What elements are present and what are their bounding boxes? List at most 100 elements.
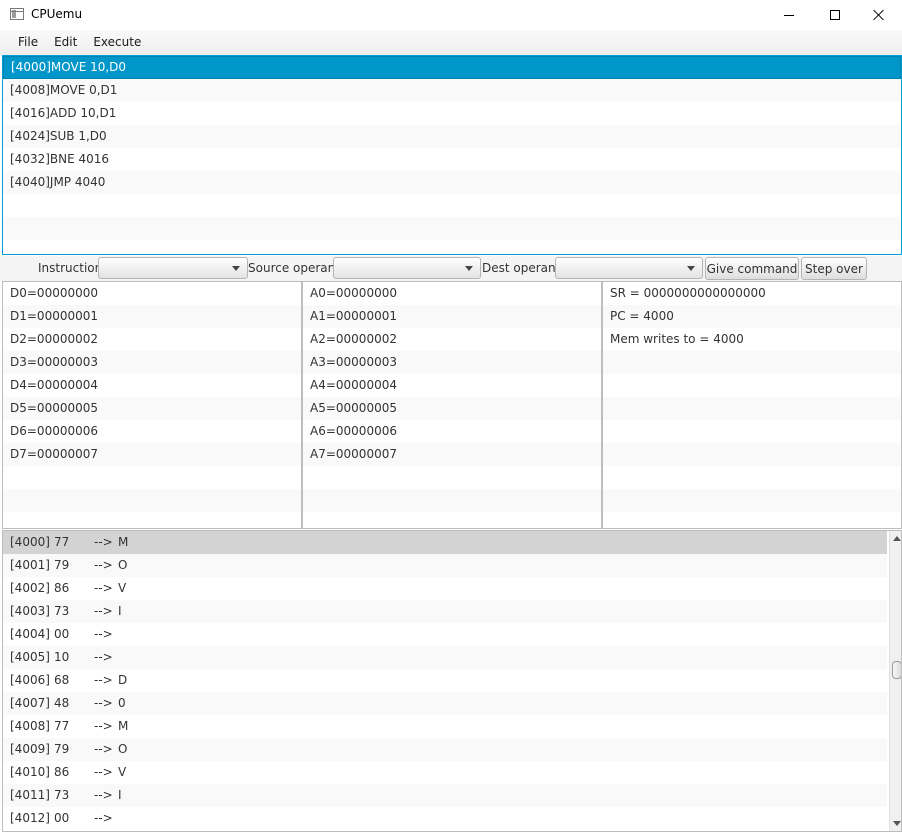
address-register-row[interactable]: A3=00000003 [303, 351, 601, 374]
memory-row[interactable]: [4007] 48 --> 0 [3, 692, 887, 715]
data-register-row[interactable]: D0=00000000 [3, 282, 301, 305]
data-register-row[interactable]: D4=00000004 [3, 374, 301, 397]
empty-row[interactable] [3, 217, 901, 240]
instruction-row[interactable]: [4008]MOVE 0,D1 [3, 79, 901, 102]
data-register-row[interactable]: D3=00000003 [3, 351, 301, 374]
status-row[interactable]: Mem writes to = 4000 [603, 328, 901, 351]
memory-row[interactable]: [4010] 86 --> V [3, 761, 887, 784]
instruction-row[interactable]: [4032]BNE 4016 [3, 148, 901, 171]
command-toolbar: Instruction: Source operand Dest operand… [0, 256, 902, 281]
program-list[interactable]: [4000]MOVE 10,D0 [4008]MOVE 0,D1 [4016]ADD… [2, 55, 902, 255]
scroll-down-icon[interactable] [893, 821, 901, 826]
data-register-row[interactable]: D2=00000002 [3, 328, 301, 351]
status-row[interactable]: PC = 4000 [603, 305, 901, 328]
memory-value: 73 [54, 604, 70, 618]
address-register-row[interactable]: A7=00000007 [303, 443, 601, 466]
memory-scrollbar[interactable] [889, 531, 901, 831]
empty-row[interactable] [303, 466, 601, 489]
instruction-row[interactable]: [4040]JMP 4040 [3, 171, 901, 194]
address-register-row[interactable]: A0=00000000 [303, 282, 601, 305]
memory-char: O [118, 742, 128, 756]
instruction-row[interactable]: [4024]SUB 1,D0 [3, 125, 901, 148]
address-register-row[interactable]: A6=00000006 [303, 420, 601, 443]
empty-row[interactable] [603, 374, 901, 397]
memory-char: V [118, 765, 127, 779]
memory-row[interactable]: [4005] 10 --> [3, 646, 887, 669]
close-button[interactable] [856, 0, 902, 30]
memory-row[interactable]: [4001] 79 --> O [3, 554, 887, 577]
memory-row[interactable]: [4004] 00 --> [3, 623, 887, 646]
empty-row[interactable] [603, 397, 901, 420]
memory-address: [4003] [10, 604, 50, 618]
memory-address: [4009] [10, 742, 50, 756]
memory-row[interactable]: [4012] 00 --> [3, 807, 887, 830]
memory-list[interactable]: [4000] 77 --> M [4001] 79 --> O [4002] 86 --> V [400… [2, 530, 902, 832]
empty-row[interactable] [603, 489, 901, 512]
data-register-row[interactable]: D7=00000007 [3, 443, 301, 466]
memory-address: [4008] [10, 719, 50, 733]
address-register-row[interactable]: A1=00000001 [303, 305, 601, 328]
memory-value: 79 [54, 742, 70, 756]
data-registers-list[interactable]: D0=00000000 D1=00000001 D2=00000002 D3=0000… [2, 281, 302, 529]
minimize-button[interactable] [766, 0, 812, 30]
empty-row[interactable] [603, 351, 901, 374]
instruction-label: Instruction: [38, 261, 107, 275]
status-row[interactable]: SR = 0000000000000000 [603, 282, 901, 305]
address-registers-list[interactable]: A0=00000000 A1=00000001 A2=00000002 A3=0000… [302, 281, 602, 529]
instruction-row[interactable]: [4016]ADD 10,D1 [3, 102, 901, 125]
memory-address: [4006] [10, 673, 50, 687]
status-list[interactable]: SR = 0000000000000000 PC = 4000 Mem writes… [602, 281, 902, 529]
source-operand-label: Source operand [248, 261, 343, 275]
step-over-button[interactable]: Step over [801, 257, 867, 280]
data-register-row[interactable]: D6=00000006 [3, 420, 301, 443]
empty-row[interactable] [3, 194, 901, 217]
instruction-combobox[interactable] [98, 257, 248, 279]
chevron-down-icon [687, 266, 695, 271]
memory-address: [4001] [10, 558, 50, 572]
memory-char: V [118, 581, 127, 595]
app-window-icon [10, 8, 24, 20]
memory-address: [4010] [10, 765, 50, 779]
empty-row[interactable] [3, 489, 301, 512]
memory-char: I [118, 788, 122, 802]
memory-row[interactable]: [4003] 73 --> I [3, 600, 887, 623]
scrollbar-thumb[interactable] [892, 660, 901, 679]
memory-address: [4007] [10, 696, 50, 710]
empty-row[interactable] [603, 466, 901, 489]
memory-value: 86 [54, 765, 70, 779]
memory-value: 79 [54, 558, 70, 572]
memory-arrow: --> [94, 581, 113, 595]
address-register-row[interactable]: A4=00000004 [303, 374, 601, 397]
memory-address: [4004] [10, 627, 50, 641]
memory-row[interactable]: [4008] 77 --> M [3, 715, 887, 738]
data-register-row[interactable]: D5=00000005 [3, 397, 301, 420]
memory-row[interactable]: [4006] 68 --> D [3, 669, 887, 692]
give-command-button[interactable]: Give command [705, 257, 799, 280]
dest-operand-combobox[interactable] [555, 257, 703, 279]
empty-row[interactable] [3, 466, 301, 489]
menu-execute[interactable]: Execute [85, 30, 149, 55]
address-register-row[interactable]: A2=00000002 [303, 328, 601, 351]
memory-arrow: --> [94, 627, 113, 641]
chevron-down-icon [465, 266, 473, 271]
address-register-row[interactable]: A5=00000005 [303, 397, 601, 420]
empty-row[interactable] [603, 443, 901, 466]
memory-value: 73 [54, 788, 70, 802]
scroll-up-icon[interactable] [893, 536, 901, 541]
maximize-button[interactable] [812, 0, 858, 30]
memory-row[interactable]: [4000] 77 --> M [3, 531, 887, 554]
menu-file[interactable]: File [10, 30, 46, 55]
menu-edit[interactable]: Edit [46, 30, 85, 55]
memory-row[interactable]: [4002] 86 --> V [3, 577, 887, 600]
instruction-row[interactable]: [4000]MOVE 10,D0 [3, 56, 901, 79]
title-bar[interactable]: CPUemu [0, 0, 902, 30]
empty-row[interactable] [303, 489, 601, 512]
memory-arrow: --> [94, 811, 113, 825]
memory-row[interactable]: [4009] 79 --> O [3, 738, 887, 761]
source-operand-combobox[interactable] [333, 257, 481, 279]
minimize-icon [784, 14, 794, 16]
empty-row[interactable] [603, 420, 901, 443]
memory-arrow: --> [94, 535, 113, 549]
memory-row[interactable]: [4011] 73 --> I [3, 784, 887, 807]
data-register-row[interactable]: D1=00000001 [3, 305, 301, 328]
